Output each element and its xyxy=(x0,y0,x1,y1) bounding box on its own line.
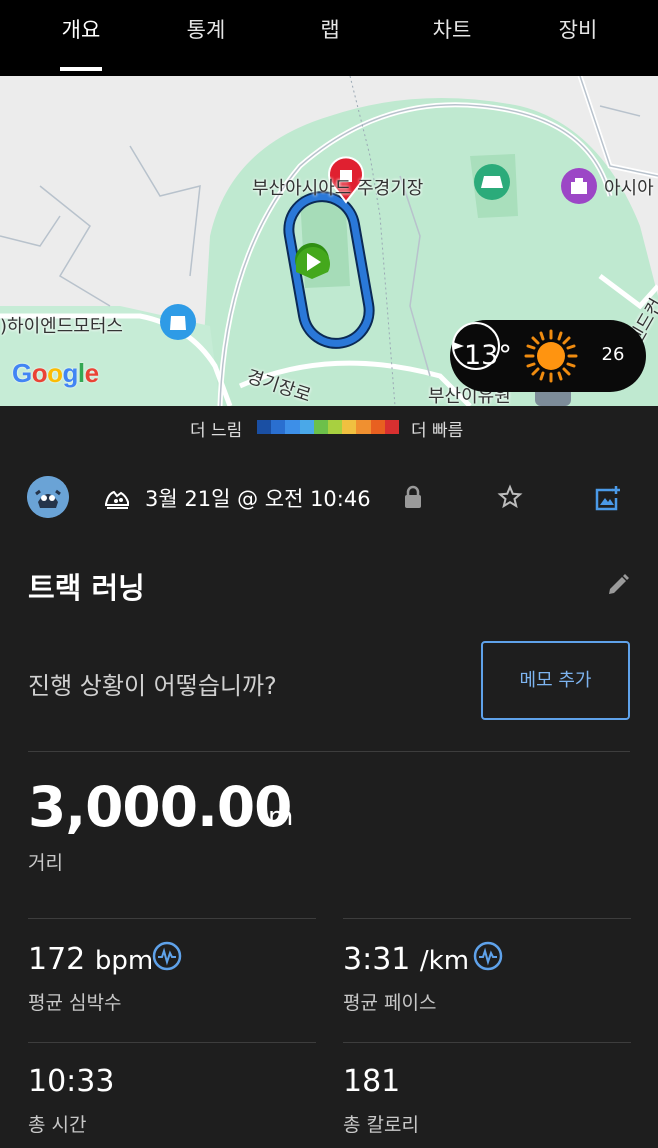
wind-speed: 26 xyxy=(601,344,625,365)
pace-legend-fast: 더 빠름 xyxy=(411,421,464,441)
map-label-asia: 아시아 xyxy=(604,178,654,199)
star-icon[interactable] xyxy=(497,484,523,510)
tab-active-indicator xyxy=(60,67,102,71)
avg-pace-unit: /km xyxy=(419,946,470,976)
pace-color-swatch xyxy=(342,420,357,434)
distance-label: 거리 xyxy=(28,852,63,874)
pace-color-swatch xyxy=(328,420,343,434)
pace-color-bar xyxy=(257,420,400,434)
lock-icon[interactable] xyxy=(403,485,423,509)
activity-date: 3월 21일 @ 오전 10:46 xyxy=(145,487,371,511)
divider xyxy=(343,918,631,919)
pace-color-swatch xyxy=(299,420,314,434)
calories-label: 총 칼로리 xyxy=(343,1114,419,1136)
activity-info-row: 3월 21일 @ 오전 10:46 xyxy=(0,468,658,528)
add-memo-button[interactable]: 메모 추가 xyxy=(481,641,630,720)
add-photo-icon[interactable] xyxy=(594,484,622,512)
shop-poi-icon xyxy=(160,304,196,340)
distance-unit: m xyxy=(268,802,294,832)
avg-pace-value: 3:31 xyxy=(343,942,411,977)
total-time-value: 10:33 xyxy=(28,1064,115,1099)
avg-heart-rate-unit: bpm xyxy=(94,946,154,976)
route-map[interactable]: 부산아시아드 주경기장 아시아 )하이엔드모터스 경기장로 부산이유원 엔드컨 … xyxy=(0,76,658,406)
edit-pencil-icon[interactable] xyxy=(606,573,630,597)
stadium-poi-icon xyxy=(474,164,510,200)
calories-value: 181 xyxy=(343,1064,401,1099)
divider xyxy=(28,1042,316,1043)
wind-direction-icon xyxy=(452,322,500,370)
avg-heart-rate-value: 172 xyxy=(28,942,86,977)
tab-gear[interactable]: 장비 xyxy=(537,0,619,72)
divider xyxy=(28,918,316,919)
tab-stats[interactable]: 통계 xyxy=(165,0,247,72)
castle-poi-icon xyxy=(561,168,597,204)
pace-color-swatch xyxy=(384,420,400,434)
avg-heart-rate: 172 bpm xyxy=(28,942,153,977)
map-label-hyundai: )하이엔드모터스 xyxy=(0,316,123,337)
activity-title: 트랙 러닝 xyxy=(28,571,145,605)
avg-pace-label: 평균 페이스 xyxy=(343,992,437,1014)
running-shoe-icon xyxy=(105,490,129,509)
google-logo: Google xyxy=(12,358,99,388)
divider xyxy=(343,1042,631,1043)
distance-value: 3,000.00 xyxy=(28,775,292,839)
divider xyxy=(28,751,630,752)
pace-chart-icon[interactable] xyxy=(473,941,503,971)
pace-color-swatch xyxy=(313,420,329,434)
heart-rate-chart-icon[interactable] xyxy=(152,941,182,971)
avg-pace: 3:31 /km xyxy=(343,942,469,977)
pace-legend-slow: 더 느림 xyxy=(190,421,243,441)
avatar-image xyxy=(27,476,69,518)
total-time-label: 총 시간 xyxy=(28,1114,87,1136)
weather-badge[interactable]: 13° 26 xyxy=(450,320,646,392)
tab-bar: 개요 통계 랩 차트 장비 xyxy=(0,0,658,76)
progress-question: 진행 상황이 어떻습니까? xyxy=(28,672,277,700)
pace-color-swatch xyxy=(356,420,371,434)
pace-color-swatch xyxy=(285,420,300,434)
map-label-stadium: 부산아시아드 주경기장 xyxy=(252,178,424,199)
pace-color-swatch xyxy=(257,420,272,434)
pace-color-swatch xyxy=(370,420,385,434)
tab-laps[interactable]: 랩 xyxy=(289,0,371,72)
avg-heart-rate-label: 평균 심박수 xyxy=(28,992,122,1014)
tab-charts[interactable]: 차트 xyxy=(411,0,493,72)
pace-color-swatch xyxy=(271,420,286,434)
pace-legend: 더 느림 더 빠름 xyxy=(0,406,658,450)
tab-overview[interactable]: 개요 xyxy=(40,0,122,72)
sun-icon xyxy=(524,329,578,383)
avatar[interactable] xyxy=(27,476,69,518)
